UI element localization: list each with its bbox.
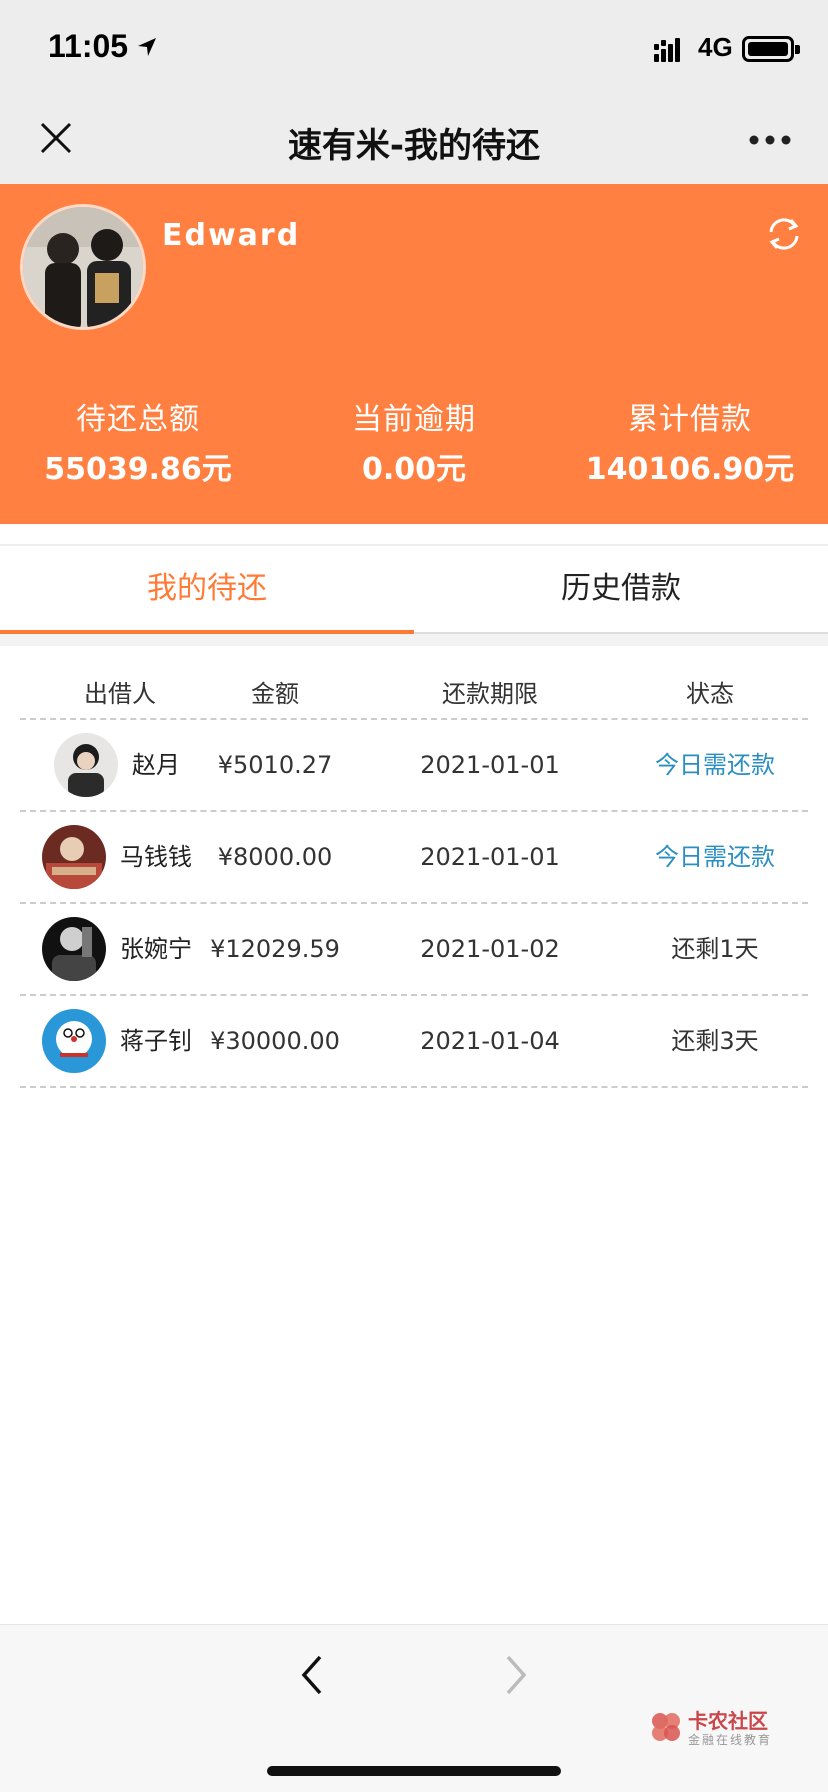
nav-bar: 速有米-我的待还	[0, 96, 828, 184]
amount: ¥5010.27	[217, 751, 333, 779]
watermark-subtitle: 金融在线教育	[688, 1733, 773, 1747]
lender-name: 马钱钱	[120, 843, 192, 871]
deadline: 2021-01-02	[420, 935, 560, 963]
stat-value: 0.00元	[361, 452, 467, 487]
tab-bar: 我的待还 历史借款	[0, 544, 828, 634]
deadline: 2021-01-04	[420, 1027, 560, 1055]
page-title: 速有米-我的待还	[287, 126, 541, 166]
screen: 11:05 4G 速有米-我的待还 Edward 待还总额 55039.86元 …	[0, 0, 828, 1792]
status-badge: 今日需还款	[655, 751, 775, 779]
battery-icon	[742, 36, 800, 62]
stat-value: 55039.86元	[44, 452, 232, 487]
stat-overdue: 当前逾期 0.00元	[276, 394, 552, 488]
lender-avatar	[42, 917, 106, 981]
status-time: 11:05	[48, 28, 129, 64]
header-amount: 金额	[251, 680, 299, 708]
tab-pending[interactable]: 我的待还	[0, 546, 414, 634]
username: Edward	[162, 218, 301, 253]
header-deadline: 还款期限	[442, 680, 538, 708]
stat-value: 140106.90元	[585, 452, 795, 487]
amount: ¥12029.59	[210, 935, 340, 963]
status-badge: 还剩1天	[671, 935, 759, 963]
amount: ¥30000.00	[210, 1027, 340, 1055]
table-row[interactable]: 赵月 ¥5010.27 2021-01-01 今日需还款	[20, 720, 808, 812]
stat-label: 待还总额	[76, 402, 200, 437]
watermark-icon	[652, 1713, 680, 1741]
location-arrow-icon	[138, 38, 156, 56]
forward-arrow-icon[interactable]	[498, 1651, 534, 1699]
back-arrow-icon[interactable]	[294, 1651, 330, 1699]
lender-avatar	[42, 1009, 106, 1073]
stat-label: 累计借款	[628, 402, 752, 437]
lender-avatar	[54, 733, 118, 797]
lender-name: 蒋子钊	[120, 1027, 192, 1055]
home-indicator	[267, 1766, 561, 1776]
status-badge: 还剩3天	[671, 1027, 759, 1055]
deadline: 2021-01-01	[420, 751, 560, 779]
table-row[interactable]: 马钱钱 ¥8000.00 2021-01-01 今日需还款	[20, 812, 808, 904]
table-header: 出借人 金额 还款期限 状态	[20, 646, 808, 720]
table-row[interactable]: 张婉宁 ¥12029.59 2021-01-02 还剩1天	[20, 904, 808, 996]
header-lender: 出借人	[84, 680, 156, 708]
signal-icon	[654, 38, 680, 62]
stats-row: 待还总额 55039.86元 当前逾期 0.00元 累计借款 140106.90…	[0, 394, 828, 487]
deadline: 2021-01-01	[420, 843, 560, 871]
lender-avatar	[42, 825, 106, 889]
user-avatar	[20, 204, 146, 330]
header-status: 状态	[686, 680, 734, 708]
stat-cumulative: 累计借款 140106.90元	[552, 394, 828, 488]
lender-name: 赵月	[132, 751, 180, 779]
repayment-table: 出借人 金额 还款期限 状态 赵月 ¥5010.27 2021-01-01 今日…	[20, 646, 808, 1088]
watermark-title: 卡农社区	[688, 1709, 768, 1733]
amount: ¥8000.00	[217, 843, 333, 871]
profile-header: Edward 待还总额 55039.86元 当前逾期 0.00元 累计借款 14…	[0, 184, 828, 524]
status-badge: 今日需还款	[655, 843, 775, 871]
tab-history[interactable]: 历史借款	[414, 546, 828, 634]
watermark-logo: 卡农社区 金融在线教育	[648, 1705, 818, 1753]
more-options-icon[interactable]	[748, 134, 792, 146]
stat-label: 当前逾期	[352, 402, 476, 437]
network-type: 4G	[698, 32, 733, 62]
lender-name: 张婉宁	[120, 935, 192, 963]
refresh-icon[interactable]	[764, 214, 804, 254]
table-row[interactable]: 蒋子钊 ¥30000.00 2021-01-04 还剩3天	[20, 996, 808, 1088]
divider	[0, 634, 828, 646]
stat-total-due: 待还总额 55039.86元	[0, 394, 276, 488]
status-bar: 11:05 4G	[0, 0, 828, 96]
